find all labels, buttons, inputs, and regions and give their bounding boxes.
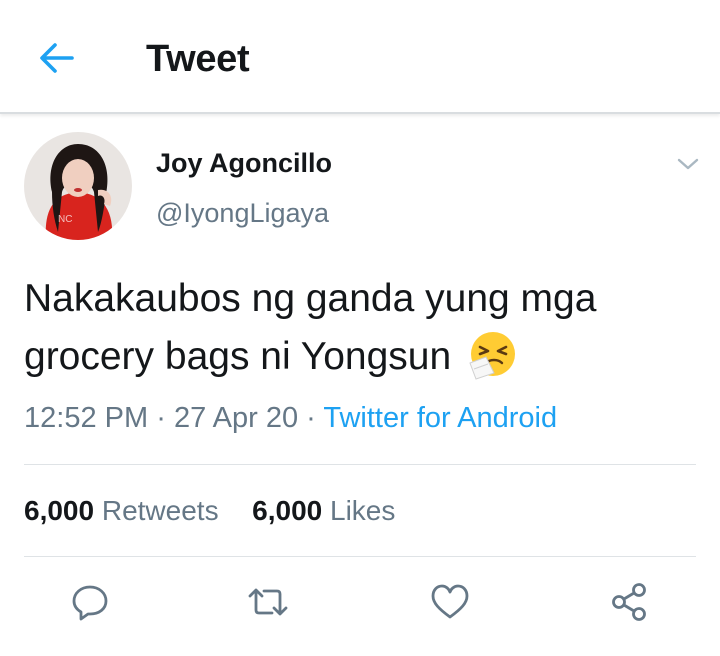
reply-icon (72, 585, 108, 621)
tweet-source-link[interactable]: Twitter for Android (323, 402, 557, 434)
tweet-options-button[interactable] (672, 150, 704, 178)
app-header: Tweet (0, 0, 720, 114)
meta-separator: · (306, 402, 316, 434)
back-button[interactable] (34, 38, 78, 78)
avatar-photo: NC (24, 132, 132, 240)
divider (24, 464, 696, 465)
likes-stat[interactable]: 6,000 Likes (252, 495, 395, 526)
divider (24, 556, 696, 557)
arrow-left-icon (40, 43, 74, 73)
chevron-down-icon (677, 158, 699, 170)
svg-text:NC: NC (58, 214, 72, 225)
retweets-count: 6,000 (24, 495, 95, 526)
page-title: Tweet (146, 38, 250, 80)
likes-count: 6,000 (252, 495, 323, 526)
tweet-time: 12:52 PM (24, 402, 149, 434)
reply-button[interactable] (66, 578, 114, 626)
share-button[interactable] (606, 578, 654, 626)
tweet-date: 27 Apr 20 (173, 402, 299, 434)
share-icon (612, 583, 646, 621)
tweet-meta: 12:52 PM · 27 Apr 20 · Twitter for Andro… (24, 400, 557, 436)
retweets-label: Retweets (101, 495, 219, 526)
retweet-button[interactable] (244, 578, 292, 626)
meta-separator: · (156, 402, 166, 434)
author-handle[interactable]: @IyongLigaya (156, 196, 329, 230)
author-name[interactable]: Joy Agoncillo (156, 146, 332, 180)
tweet-stats: 6,000 Retweets 6,000 Likes (24, 494, 395, 528)
retweet-icon (248, 588, 288, 616)
likes-label: Likes (330, 495, 396, 526)
retweets-stat[interactable]: 6,000 Retweets (24, 495, 219, 526)
sneezing-face-icon (466, 329, 518, 381)
tweet-actions-bar (0, 570, 720, 634)
tweet-text: Nakakaubos ng ganda yung mga grocery bag… (24, 270, 684, 386)
like-button[interactable] (426, 578, 474, 626)
avatar[interactable]: NC (24, 132, 132, 240)
like-icon (431, 584, 469, 619)
